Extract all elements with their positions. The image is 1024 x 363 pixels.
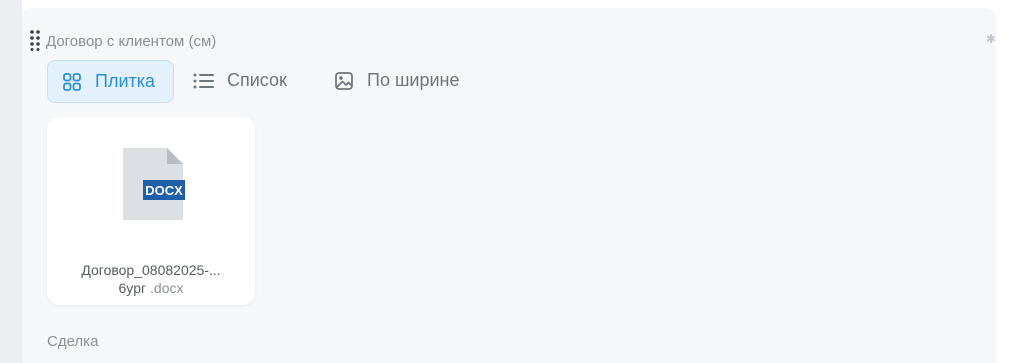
tab-full-width[interactable]: По ширине — [333, 60, 459, 101]
list-icon — [193, 70, 215, 92]
section-label-deal: Сделка — [47, 333, 99, 350]
tab-tile-label: Плитка — [95, 71, 156, 91]
image-icon — [333, 70, 355, 92]
file-name-stem: 6yрг — [118, 280, 147, 296]
file-badge: DOCX — [145, 183, 183, 198]
file-name-line1: Договор_08082025-... — [81, 262, 221, 278]
file-card[interactable]: DOCX Договор_08082025-... 6yрг .docx — [47, 117, 255, 305]
grid-icon — [61, 71, 83, 93]
field-title: Договор с клиентом (см) — [46, 33, 217, 50]
tab-list-label: Список — [227, 70, 287, 90]
drag-handle-icon[interactable] — [29, 29, 41, 51]
tab-list[interactable]: Список — [193, 60, 287, 101]
file-extension: .docx — [150, 280, 184, 296]
tab-full-width-label: По ширине — [367, 70, 460, 90]
settings-icon[interactable]: ✱ — [986, 32, 996, 46]
docx-file-icon: DOCX — [123, 148, 185, 220]
file-name-line2: 6yрг .docx — [47, 279, 255, 297]
left-rail — [0, 0, 22, 363]
right-edge — [996, 0, 1024, 363]
file-name: Договор_08082025-... 6yрг .docx — [47, 261, 255, 297]
tab-tile[interactable]: Плитка — [47, 60, 174, 103]
